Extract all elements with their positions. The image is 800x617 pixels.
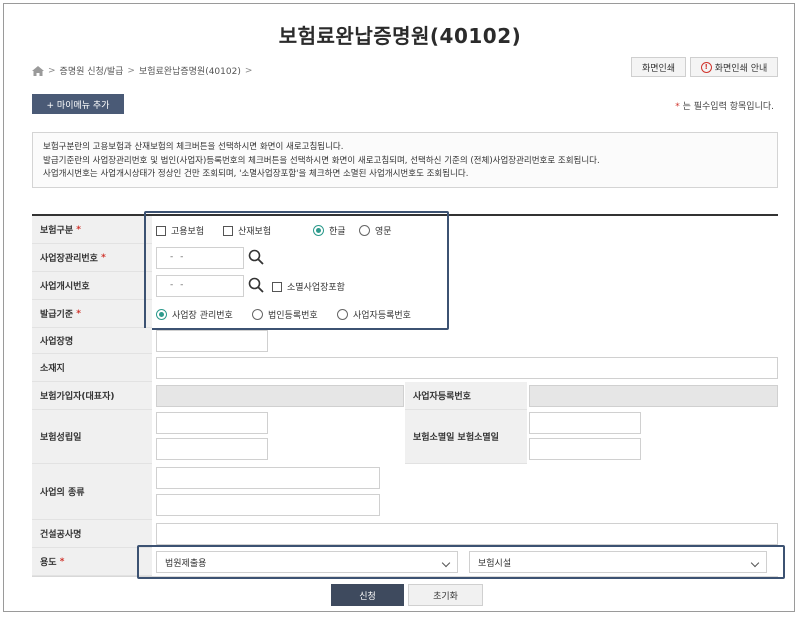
business-type-label: 사업의 종류: [32, 464, 152, 520]
home-icon[interactable]: [32, 65, 44, 76]
insured-rep-input: [156, 385, 404, 407]
established-label: 보험성립일: [32, 410, 152, 464]
business-type-input-1[interactable]: [156, 467, 380, 489]
reset-button[interactable]: 초기화: [408, 584, 483, 606]
breadcrumb-separator-icon: >: [244, 65, 253, 76]
required-mark: *: [76, 308, 81, 319]
terminated-label: 보험소멸일 보험소멸일: [405, 410, 527, 464]
page-title: 보험료완납증명원(40102): [278, 24, 522, 48]
required-mark: *: [101, 252, 106, 263]
construction-name-label: 건설공사명: [32, 520, 152, 548]
address-label: 소재지: [32, 354, 152, 382]
construction-name-input[interactable]: [156, 523, 778, 545]
issue-basis-label: 발급기준 *: [32, 300, 152, 328]
established-input-1[interactable]: [156, 412, 268, 434]
biz-reg-no-label: 사업자등록번호: [405, 382, 527, 410]
required-note: * 는 필수입력 항목입니다.: [675, 99, 774, 112]
add-mymenu-button[interactable]: + 마이메뉴 추가: [32, 94, 124, 114]
print-button[interactable]: 화면인쇄: [631, 57, 686, 77]
insured-rep-label: 보험가입자(대표자): [32, 382, 152, 410]
highlight-box-purpose: [137, 545, 785, 579]
business-type-input-2[interactable]: [156, 494, 380, 516]
alert-icon: !: [700, 61, 712, 73]
business-mgmt-no-label: 사업장관리번호 *: [32, 244, 152, 272]
info-line: 발급기준란의 사업장관리번호 및 법인(사업자)등록번호의 체크버튼을 선택하시…: [43, 155, 600, 166]
breadcrumb-item[interactable]: 증명원 신청/발급: [60, 64, 124, 77]
breadcrumb-separator-icon: >: [48, 65, 56, 76]
print-guide-button[interactable]: ! 화면인쇄 안내: [690, 57, 778, 77]
submit-button[interactable]: 신청: [331, 584, 404, 606]
info-line: 보험구분란의 고용보험과 산재보험의 체크버튼을 선택하시면 화면이 새로고침됩…: [43, 142, 344, 152]
insurance-type-label: 보험구분 *: [32, 216, 152, 244]
print-guide-label: 화면인쇄 안내: [714, 63, 768, 74]
biz-reg-no-input: [529, 385, 778, 407]
breadcrumb-separator-icon: >: [127, 65, 135, 76]
purpose-label: 용도 *: [32, 548, 152, 576]
info-box: 보험구분란의 고용보험과 산재보험의 체크버튼을 선택하시면 화면이 새로고침됩…: [32, 132, 778, 188]
established-input-2[interactable]: [156, 438, 268, 460]
business-name-label: 사업장명: [32, 328, 152, 354]
terminated-input-1[interactable]: [529, 412, 641, 434]
required-mark: *: [59, 556, 65, 567]
required-mark: *: [675, 102, 680, 112]
business-start-no-label: 사업개시번호: [32, 272, 152, 300]
required-note-text: 는 필수입력 항목입니다.: [682, 102, 774, 112]
required-mark: *: [76, 224, 81, 235]
breadcrumb: > 증명원 신청/발급 > 보험료완납증명원(40102) >: [32, 64, 252, 77]
terminated-input-2[interactable]: [529, 438, 641, 460]
business-name-input[interactable]: [156, 330, 268, 352]
info-line: 사업개시번호는 사업개시상태가 정상인 건만 조회되며, '소멸사업장포함'을 …: [43, 169, 469, 179]
breadcrumb-item[interactable]: 보험료완납증명원(40102): [139, 64, 241, 77]
address-input[interactable]: [156, 357, 778, 379]
highlight-box-top: [144, 211, 449, 330]
